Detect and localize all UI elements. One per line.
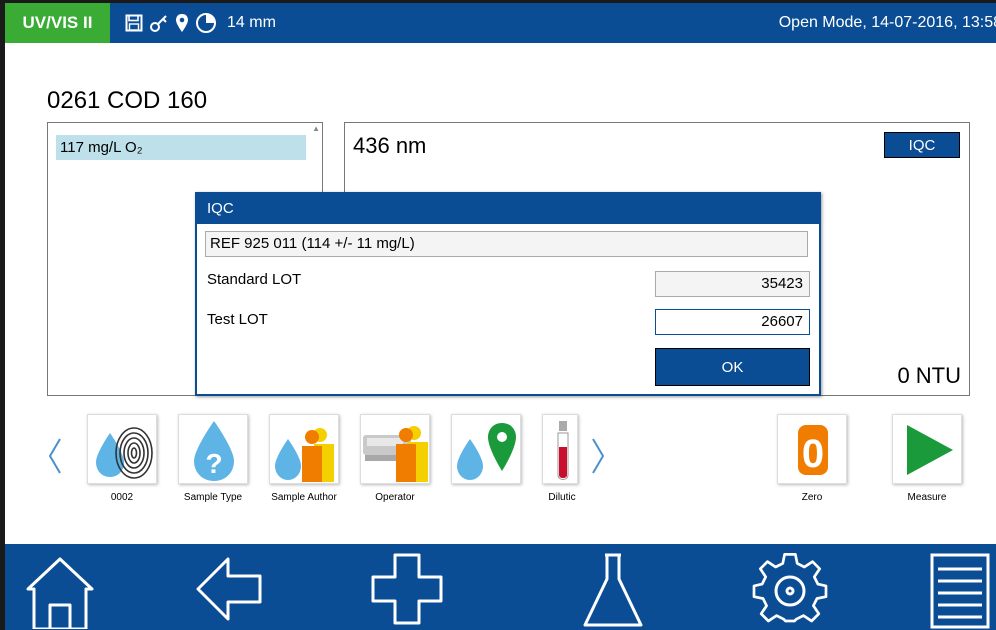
- key-icon: [149, 13, 169, 33]
- flask-icon[interactable]: [573, 549, 653, 629]
- result-item[interactable]: 117 mg/L O₂: [56, 135, 306, 160]
- app-screen: UV/VIS II 14 mm Open Mode, 14-07-2016, 1…: [5, 3, 996, 630]
- tool-sample-id[interactable]: 0002: [87, 414, 161, 503]
- svg-text:?: ?: [205, 448, 222, 479]
- save-icon: [125, 14, 143, 32]
- bottom-nav-bar: [5, 544, 996, 630]
- ok-button[interactable]: OK: [655, 348, 810, 386]
- drop-location-icon: [451, 414, 521, 484]
- standard-lot-label: Standard LOT: [207, 271, 302, 288]
- gear-icon[interactable]: [750, 549, 830, 629]
- location-pin-icon: [175, 13, 189, 33]
- tool-label: Sample Type: [183, 492, 243, 503]
- operator-icon: [360, 414, 430, 484]
- turbidity-value: 0 NTU: [897, 363, 961, 388]
- tool-sample-type[interactable]: ? Sample Type: [178, 414, 252, 503]
- home-icon[interactable]: [20, 549, 100, 630]
- tool-sample-author[interactable]: Sample Author: [269, 414, 343, 503]
- plus-icon[interactable]: [367, 549, 447, 629]
- cuvette-size: 14 mm: [227, 14, 276, 31]
- tool-label: Zero: [801, 492, 823, 503]
- drop-person-icon: [269, 414, 339, 484]
- dialog-title: IQC: [197, 194, 819, 224]
- tool-operator[interactable]: Operator: [360, 414, 434, 503]
- fingerprint-drop-icon: [87, 414, 157, 484]
- back-arrow-icon[interactable]: [190, 549, 270, 629]
- zero-button[interactable]: 0 Zero: [777, 414, 851, 503]
- question-drop-icon: ?: [178, 414, 248, 484]
- iqc-button[interactable]: IQC: [884, 132, 960, 158]
- status-icons: 14 mm: [125, 3, 276, 43]
- app-badge: UV/VIS II: [5, 3, 110, 43]
- status-bar: UV/VIS II 14 mm Open Mode, 14-07-2016, 1…: [5, 3, 996, 43]
- tool-label: Sample Author: [271, 492, 337, 503]
- test-tube-icon: [542, 414, 578, 484]
- test-lot-label: Test LOT: [207, 311, 268, 328]
- tool-dilution[interactable]: Dilutic: [542, 414, 582, 503]
- zero-icon: 0: [777, 414, 847, 484]
- scroll-left-icon[interactable]: [45, 436, 65, 476]
- play-icon: [892, 414, 962, 484]
- iqc-dialog: IQC REF 925 011 (114 +/- 11 mg/L) Standa…: [195, 192, 821, 396]
- status-text: Open Mode, 14-07-2016, 13:58: [778, 14, 996, 31]
- tool-label: Dilutic: [548, 492, 576, 503]
- timer-icon: [195, 12, 217, 34]
- svg-text:0: 0: [802, 432, 824, 476]
- wavelength: 436 nm: [353, 133, 427, 158]
- reference-field[interactable]: REF 925 011 (114 +/- 11 mg/L): [205, 231, 808, 257]
- tool-label: Operator: [375, 492, 415, 503]
- menu-icon[interactable]: [920, 549, 996, 629]
- tool-label: 0002: [110, 492, 134, 503]
- standard-lot-field[interactable]: 35423: [655, 271, 810, 297]
- method-title: 0261 COD 160: [47, 87, 208, 114]
- scroll-up-icon[interactable]: ▲: [312, 124, 320, 133]
- test-lot-field[interactable]: 26607: [655, 309, 810, 335]
- tool-location[interactable]: [451, 414, 525, 492]
- tool-label: Measure: [907, 492, 947, 503]
- measure-button[interactable]: Measure: [892, 414, 966, 503]
- scroll-right-icon[interactable]: [588, 436, 608, 476]
